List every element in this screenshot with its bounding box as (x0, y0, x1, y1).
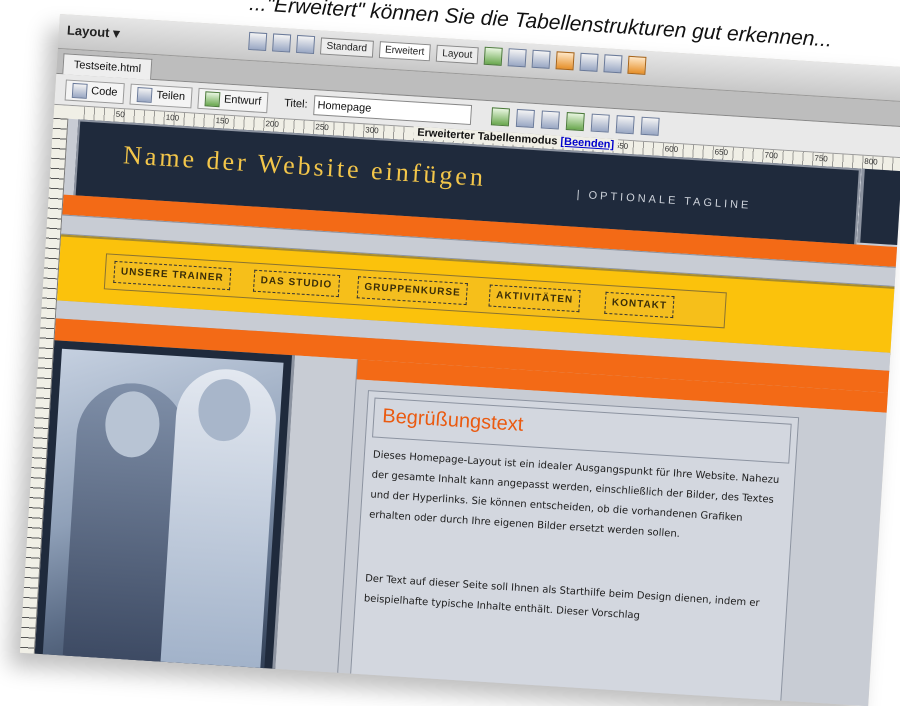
visual-aids-icon[interactable] (640, 116, 660, 136)
insert-column-icon[interactable] (603, 54, 623, 74)
tagline[interactable]: | OPTIONALE TAGLINE (576, 189, 751, 212)
mode-standard-button[interactable]: Standard (320, 36, 374, 58)
frames-icon[interactable] (531, 49, 551, 69)
welcome-card: Begrüßungstext Dieses Homepage-Layout is… (349, 390, 800, 706)
validate-icon[interactable] (490, 107, 510, 127)
split-view-button[interactable]: Teilen (129, 83, 193, 108)
draw-layer-icon[interactable] (296, 34, 316, 55)
nav-item-das-studio[interactable]: DAS STUDIO (252, 269, 340, 298)
nav-item-kontakt[interactable]: KONTAKT (604, 291, 675, 319)
code-icon (71, 82, 88, 99)
welcome-paragraph-1[interactable]: Dieses Homepage-Layout ist ein idealer A… (368, 446, 782, 552)
nav-item-gruppenkurse[interactable]: GRUPPENKURSE (356, 276, 469, 306)
browser-check-icon[interactable] (515, 108, 535, 128)
view-options-icon[interactable] (615, 115, 635, 135)
tag-chooser-icon[interactable] (555, 51, 575, 71)
code-view-button[interactable]: Code (64, 79, 126, 104)
insert-row-icon[interactable] (579, 52, 599, 72)
welcome-heading[interactable]: Begrüßungstext (382, 405, 524, 437)
header-right-cell (857, 168, 900, 247)
dreamweaver-window: Layout ▾ Standard Erweitert Layout Tests… (19, 14, 900, 706)
insert-div-icon[interactable] (507, 48, 527, 68)
title-label: Titel: (283, 97, 308, 111)
design-icon (204, 90, 221, 107)
image-icon[interactable] (627, 55, 647, 75)
mode-layout-button[interactable]: Layout (435, 44, 479, 64)
design-view-button[interactable]: Entwurf (197, 87, 269, 113)
title-input[interactable] (312, 95, 472, 126)
preview-icon[interactable] (565, 112, 585, 132)
site-name[interactable]: Name der Website einfügen (122, 140, 487, 193)
refresh-icon[interactable] (590, 113, 610, 133)
trainer-photo[interactable] (33, 340, 296, 685)
welcome-paragraph-2[interactable]: Der Text auf dieser Seite soll Ihnen als… (363, 569, 775, 635)
design-canvas[interactable]: Name der Website einfügen | OPTIONALE TA… (33, 118, 900, 706)
split-icon (136, 86, 153, 103)
mode-erweitert-button[interactable]: Erweitert (378, 40, 431, 61)
nav-item-unsere-trainer[interactable]: UNSERE TRAINER (113, 260, 232, 291)
nav-item-aktivitaeten[interactable]: AKTIVITÄTEN (488, 284, 581, 313)
table-icon[interactable] (248, 31, 268, 52)
content-area: Begrüßungstext Dieses Homepage-Layout is… (336, 379, 886, 706)
panel-title[interactable]: Layout ▾ (66, 22, 121, 41)
layer-icon[interactable] (483, 46, 503, 66)
draw-table-icon[interactable] (272, 33, 292, 53)
file-management-icon[interactable] (540, 110, 560, 130)
